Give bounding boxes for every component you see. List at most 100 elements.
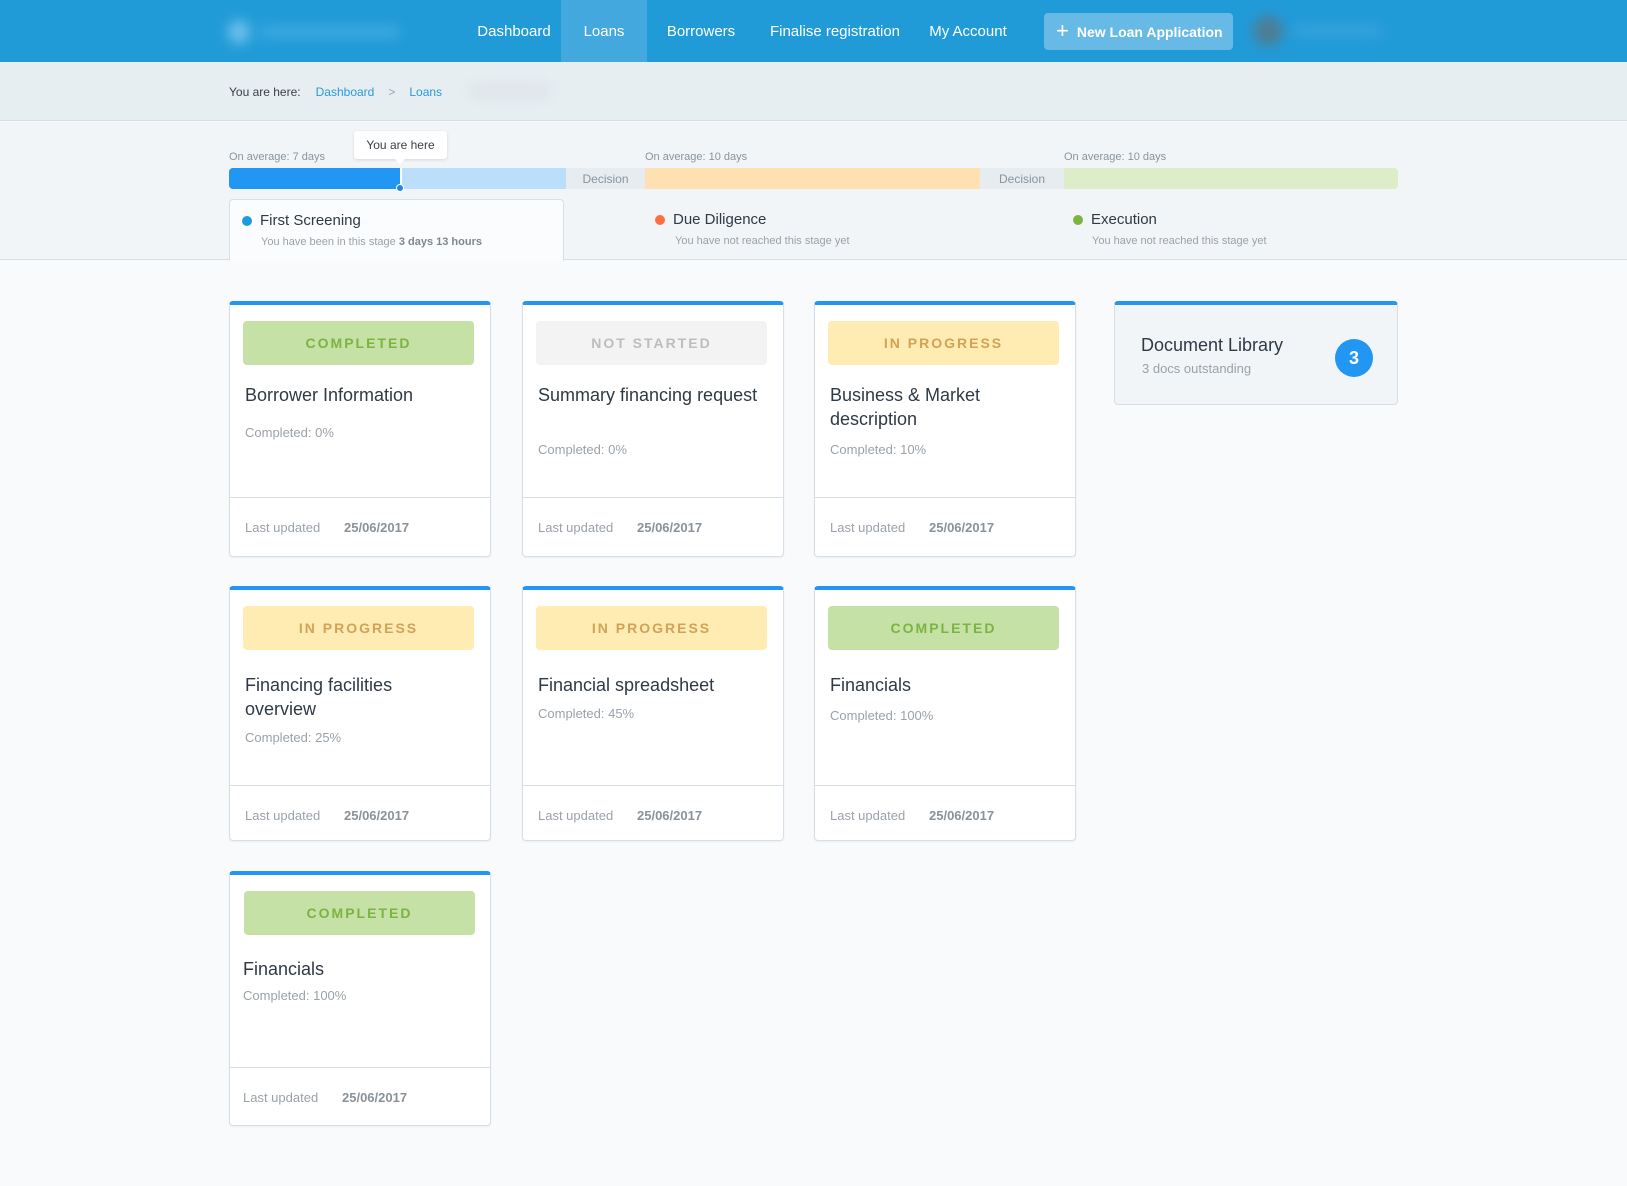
card-title: Financials xyxy=(243,959,325,979)
decision-milestone-2: Decision xyxy=(980,168,1064,189)
last-updated-date: 25/06/2017 xyxy=(929,808,995,823)
status-badge: COMPLETED xyxy=(828,606,1059,650)
card-title: Borrower Information xyxy=(245,385,414,405)
loan-stage-progress: On average: 7 days On average: 10 days O… xyxy=(0,122,1627,261)
decision-milestone-1: Decision xyxy=(566,168,645,189)
status-badge: NOT STARTED xyxy=(536,321,767,365)
card-completion: Completed: 10% xyxy=(830,442,927,457)
logo[interactable] xyxy=(220,12,410,50)
document-library-card[interactable]: Document Library 3 docs outstanding 3 xyxy=(1114,301,1398,405)
card-footer: Last updated 25/06/2017 xyxy=(523,785,783,840)
last-updated-date: 25/06/2017 xyxy=(929,520,995,535)
last-updated-label: Last updated xyxy=(830,808,906,823)
breadcrumb-hidden-item xyxy=(470,82,550,100)
avatar xyxy=(1253,16,1283,46)
avg-execution: On average: 10 days xyxy=(1064,151,1167,163)
last-updated-label: Last updated xyxy=(538,520,614,535)
last-updated-label: Last updated xyxy=(830,520,906,535)
card-footer: Last updated 25/06/2017 xyxy=(815,785,1075,840)
card-footer: Last updated 25/06/2017 xyxy=(230,785,490,840)
stage-name: Execution xyxy=(1091,211,1157,228)
card-title: Business & Market description xyxy=(830,385,981,429)
avg-first-screening: On average: 7 days xyxy=(229,151,326,163)
card-completion: Completed: 0% xyxy=(245,425,334,440)
card-footer: Last updated 25/06/2017 xyxy=(523,497,783,556)
stage-tab-first-screening[interactable]: First Screening You have been in this st… xyxy=(229,199,564,261)
user-menu[interactable] xyxy=(1245,10,1395,52)
section-card[interactable]: COMPLETED Financials Completed: 100% Las… xyxy=(814,586,1076,841)
last-updated-label: Last updated xyxy=(538,808,614,823)
first-screening-progress-remaining xyxy=(401,168,566,189)
outstanding-count-badge: 3 xyxy=(1335,339,1373,377)
stage-title: Due Diligence xyxy=(655,211,766,228)
breadcrumb: You are here: Dashboard > Loans xyxy=(229,85,442,99)
card-completion: Completed: 100% xyxy=(830,708,934,723)
last-updated-date: 25/06/2017 xyxy=(344,808,410,823)
card-title: Financial spreadsheet xyxy=(538,675,715,695)
breadcrumb-bar: You are here: Dashboard > Loans xyxy=(0,62,1627,121)
plus-icon: + xyxy=(1056,17,1069,43)
card-completion: Completed: 25% xyxy=(245,730,342,745)
first-screening-progress-filled xyxy=(229,168,401,189)
stage-duration: You have been in this stage 3 days 13 ho… xyxy=(261,236,482,248)
status-badge: IN PROGRESS xyxy=(243,606,474,650)
stage-title: Execution xyxy=(1073,211,1157,228)
nav-dashboard[interactable]: Dashboard xyxy=(468,0,560,62)
card-title: Summary financing request xyxy=(538,385,758,405)
last-updated-label: Last updated xyxy=(245,520,321,535)
stage-duration-prefix: You have been in this stage xyxy=(261,236,396,248)
you-are-here-tooltip: You are here xyxy=(354,131,447,164)
document-library-title: Document Library xyxy=(1141,335,1284,355)
section-card[interactable]: NOT STARTED Summary financing request Co… xyxy=(522,301,784,557)
card-footer: Last updated 25/06/2017 xyxy=(230,497,490,556)
status-badge: COMPLETED xyxy=(243,321,474,365)
top-navigation-bar: Dashboard Loans Borrowers Finalise regis… xyxy=(0,0,1627,62)
stage-status-dot-icon xyxy=(242,215,252,226)
stage-title: First Screening xyxy=(242,212,361,229)
stage-tab-due-diligence[interactable]: Due Diligence You have not reached this … xyxy=(645,199,985,260)
card-footer: Last updated 25/06/2017 xyxy=(815,497,1075,556)
last-updated-label: Last updated xyxy=(243,1090,319,1105)
breadcrumb-prefix: You are here: xyxy=(229,85,301,99)
last-updated-date: 25/06/2017 xyxy=(344,520,410,535)
stage-status-text: You have not reached this stage yet xyxy=(675,235,850,247)
card-title: Financing facilities overview xyxy=(245,675,393,719)
execution-track xyxy=(1064,168,1398,189)
nav-loans[interactable]: Loans xyxy=(561,0,647,62)
section-card[interactable]: IN PROGRESS Financing facilities overvie… xyxy=(229,586,491,841)
last-updated-date: 25/06/2017 xyxy=(342,1090,408,1105)
last-updated-date: 25/06/2017 xyxy=(637,520,703,535)
stage-name: Due Diligence xyxy=(673,211,767,228)
card-completion: Completed: 100% xyxy=(243,988,347,1003)
new-loan-application-label: New Loan Application xyxy=(1076,23,1223,40)
breadcrumb-dashboard[interactable]: Dashboard xyxy=(316,85,375,99)
current-position-dot-icon xyxy=(396,184,404,192)
logo-mark-icon xyxy=(228,20,250,44)
card-footer: Last updated 25/06/2017 xyxy=(230,1067,490,1125)
breadcrumb-loans[interactable]: Loans xyxy=(409,85,442,99)
section-card[interactable]: COMPLETED Borrower Information Completed… xyxy=(229,301,491,557)
stage-duration-value: 3 days 13 hours xyxy=(398,236,482,248)
stage-status-dot-icon xyxy=(1073,214,1083,225)
logo-wordmark xyxy=(260,26,400,38)
section-card[interactable]: IN PROGRESS Financial spreadsheet Comple… xyxy=(522,586,784,841)
section-card[interactable]: IN PROGRESS Business & Market descriptio… xyxy=(814,301,1076,557)
last-updated-label: Last updated xyxy=(245,808,321,823)
status-badge: IN PROGRESS xyxy=(536,606,767,650)
status-badge: COMPLETED xyxy=(244,891,475,935)
new-loan-application-button[interactable]: + New Loan Application xyxy=(1044,13,1233,50)
card-completion: Completed: 45% xyxy=(538,706,635,721)
stage-name: First Screening xyxy=(260,212,361,229)
nav-my-account[interactable]: My Account xyxy=(922,0,1014,62)
nav-finalise-registration[interactable]: Finalise registration xyxy=(760,0,910,62)
stage-tab-execution[interactable]: Execution You have not reached this stag… xyxy=(1064,199,1398,260)
status-badge: IN PROGRESS xyxy=(828,321,1059,365)
last-updated-date: 25/06/2017 xyxy=(637,808,703,823)
section-card[interactable]: COMPLETED Financials Completed: 100% Las… xyxy=(229,871,491,1126)
stage-status-text: You have not reached this stage yet xyxy=(1092,235,1267,247)
nav-borrowers[interactable]: Borrowers xyxy=(657,0,745,62)
due-diligence-track xyxy=(645,168,980,189)
avg-due-diligence: On average: 10 days xyxy=(645,151,748,163)
card-completion: Completed: 0% xyxy=(538,442,627,457)
user-name xyxy=(1293,26,1383,36)
